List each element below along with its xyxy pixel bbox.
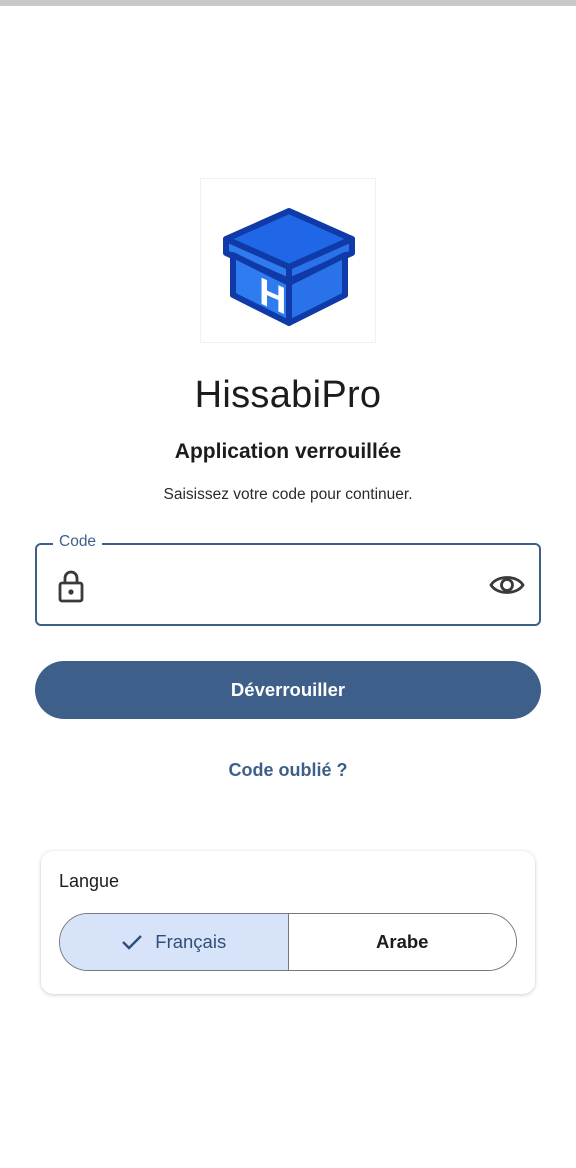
app-logo: H <box>200 178 376 343</box>
code-field[interactable]: Code <box>35 533 541 626</box>
language-option-arabic[interactable]: Arabe <box>288 914 516 970</box>
eye-icon[interactable] <box>489 569 525 601</box>
app-name: HissabiPro <box>194 374 382 416</box>
code-field-label: Code <box>53 533 103 551</box>
check-icon <box>121 933 143 951</box>
language-selector: Français Arabe <box>59 913 517 971</box>
lock-title: Application verrouillée <box>174 440 402 463</box>
lock-icon <box>57 569 85 608</box>
status-bar <box>0 0 576 6</box>
language-option-french[interactable]: Français <box>60 914 289 970</box>
language-option-label: Français <box>155 931 227 952</box>
forgot-code-link[interactable]: Code oublié ? <box>0 760 576 781</box>
lock-subtitle: Saisissez votre code pour continuer. <box>163 486 413 503</box>
unlock-button[interactable]: Déverrouiller <box>35 661 541 719</box>
language-option-label: Arabe <box>376 931 429 952</box>
box-logo-icon: H <box>223 208 355 326</box>
language-card: Langue Français Arabe <box>41 851 535 994</box>
language-label: Langue <box>59 871 120 891</box>
code-input[interactable] <box>101 565 475 605</box>
